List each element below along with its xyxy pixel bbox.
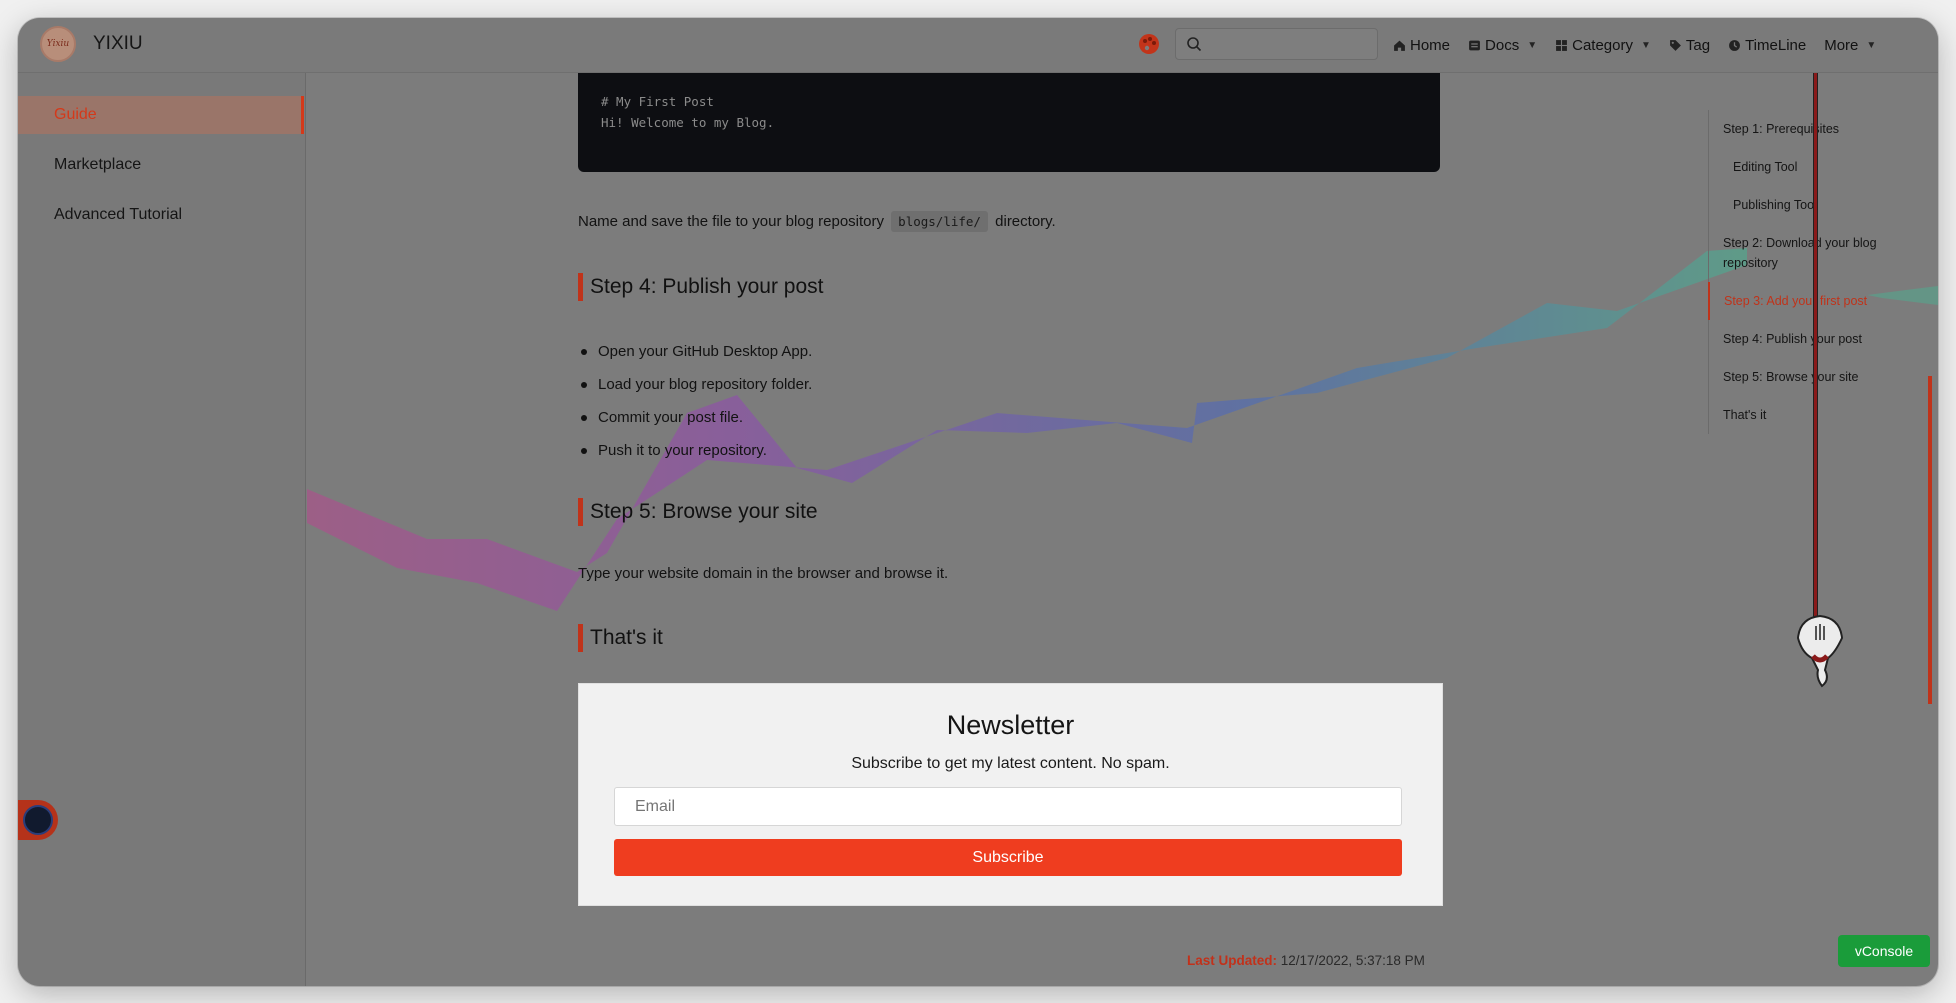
list-item: Open your GitHub Desktop App. [578,335,812,368]
main-content: # My First Post Hi! Welcome to my Blog. … [307,73,1938,986]
toc-item-step-2[interactable]: Step 2: Download your blog repository [1709,224,1908,282]
code-block: # My First Post Hi! Welcome to my Blog. [578,73,1440,172]
subscribe-button[interactable]: Subscribe [614,839,1402,876]
toc-item-editing-tool[interactable]: Editing Tool [1709,148,1908,186]
sidebar-item-guide[interactable]: Guide [18,96,304,134]
code-line: Hi! Welcome to my Blog. [601,115,775,130]
nav-timeline[interactable]: TimeLine [1728,37,1806,54]
newsletter-title: Newsletter [946,710,1075,740]
sidebar-item-marketplace[interactable]: Marketplace [18,146,304,184]
last-updated-label: Last Updated: [1187,953,1278,968]
globe-icon [23,805,53,835]
list-item-text: Commit your post file. [598,409,744,426]
nav-docs[interactable]: Docs ▼ [1468,37,1537,54]
nav-more[interactable]: More ▼ [1824,37,1876,54]
toc-item-thats-it[interactable]: That's it [1709,396,1908,434]
docs-icon [1469,40,1480,51]
heading-thats-it: That's it [578,624,663,652]
nav-docs-label: Docs [1485,37,1520,54]
newsletter-subtitle: Subscribe to get my latest content. No s… [851,755,1170,772]
list-item: Push it to your repository. [578,434,812,467]
list-item-text: Open your GitHub Desktop App. [598,343,813,360]
hanging-cat-icon[interactable] [1780,608,1860,708]
toc-item-publishing-tool[interactable]: Publishing Tool [1709,186,1908,224]
timeline-icon [1729,40,1740,51]
bullet-dot [581,348,587,355]
code-line: # My First Post [601,94,714,109]
toc-item-step-3[interactable]: Step 3: Add your first post [1708,282,1908,320]
nav-home-label: Home [1410,37,1451,54]
toc-item-step-1[interactable]: Step 1: Prerequisites [1709,110,1908,148]
step-4-list: Open your GitHub Desktop App. Load your … [578,335,812,467]
email-field[interactable] [614,787,1402,826]
palette-icon[interactable] [1138,33,1160,55]
vconsole-button[interactable]: vConsole [1838,935,1930,967]
nav-menu: Home Docs ▼ Category ▼ Tag TimeLine More… [1393,18,1894,73]
nav-more-label: More [1824,37,1859,54]
top-navbar: Yixiu YIXIU Home Docs ▼ Category ▼ Tag T… [18,18,1938,73]
home-icon [1394,40,1405,51]
list-item: Load your blog repository folder. [578,368,812,401]
heading-step-4: Step 4: Publish your post [578,273,823,301]
chevron-down-icon: ▼ [1640,40,1651,51]
search-box[interactable] [1175,28,1378,60]
chevron-down-icon: ▼ [1866,40,1877,51]
list-item: Commit your post file. [578,401,812,434]
sidebar-item-advanced-tutorial[interactable]: Advanced Tutorial [18,196,304,234]
floating-theme-button[interactable] [18,800,58,840]
site-logo[interactable]: Yixiu [40,26,76,62]
toc-item-step-5[interactable]: Step 5: Browse your site [1709,358,1908,396]
inline-code-path: blogs/life/ [891,211,988,232]
toc-item-step-4[interactable]: Step 4: Publish your post [1709,320,1908,358]
step-5-text: Type your website domain in the browser … [578,565,949,582]
nav-home[interactable]: Home [1393,37,1450,54]
browser-window: Yixiu YIXIU Home Docs ▼ Category ▼ Tag T… [18,18,1938,986]
table-of-contents: Step 1: Prerequisites Editing Tool Publi… [1708,110,1908,434]
site-name[interactable]: YIXIU [93,33,143,55]
newsletter-card: Newsletter Subscribe to get my latest co… [579,684,1442,905]
scroll-progress-bar [1928,376,1932,704]
category-icon [1556,40,1568,51]
last-updated-value: 12/17/2022, 5:37:18 PM [1280,953,1425,968]
save-text-before: Name and save the file to your blog repo… [578,213,884,230]
chevron-down-icon: ▼ [1527,40,1538,51]
save-instruction: Name and save the file to your blog repo… [578,211,1056,232]
nav-tag[interactable]: Tag [1669,37,1710,54]
tag-icon [1669,40,1681,51]
search-icon [1187,37,1202,52]
bullet-dot [581,447,587,454]
last-updated: Last Updated: 12/17/2022, 5:37:18 PM [1187,953,1425,968]
nav-category[interactable]: Category ▼ [1555,37,1651,54]
bullet-dot [581,414,587,421]
bullet-dot [581,381,587,388]
sidebar: Guide Marketplace Advanced Tutorial [18,73,306,986]
heading-step-5: Step 5: Browse your site [578,498,818,526]
nav-timeline-label: TimeLine [1745,37,1807,54]
nav-tag-label: Tag [1685,37,1711,54]
list-item-text: Push it to your repository. [598,442,767,459]
logo-text: Yixiu [46,39,70,49]
hanging-rope [1813,73,1818,640]
list-item-text: Load your blog repository folder. [598,376,813,393]
nav-category-label: Category [1572,37,1633,54]
save-text-after: directory. [995,213,1056,230]
